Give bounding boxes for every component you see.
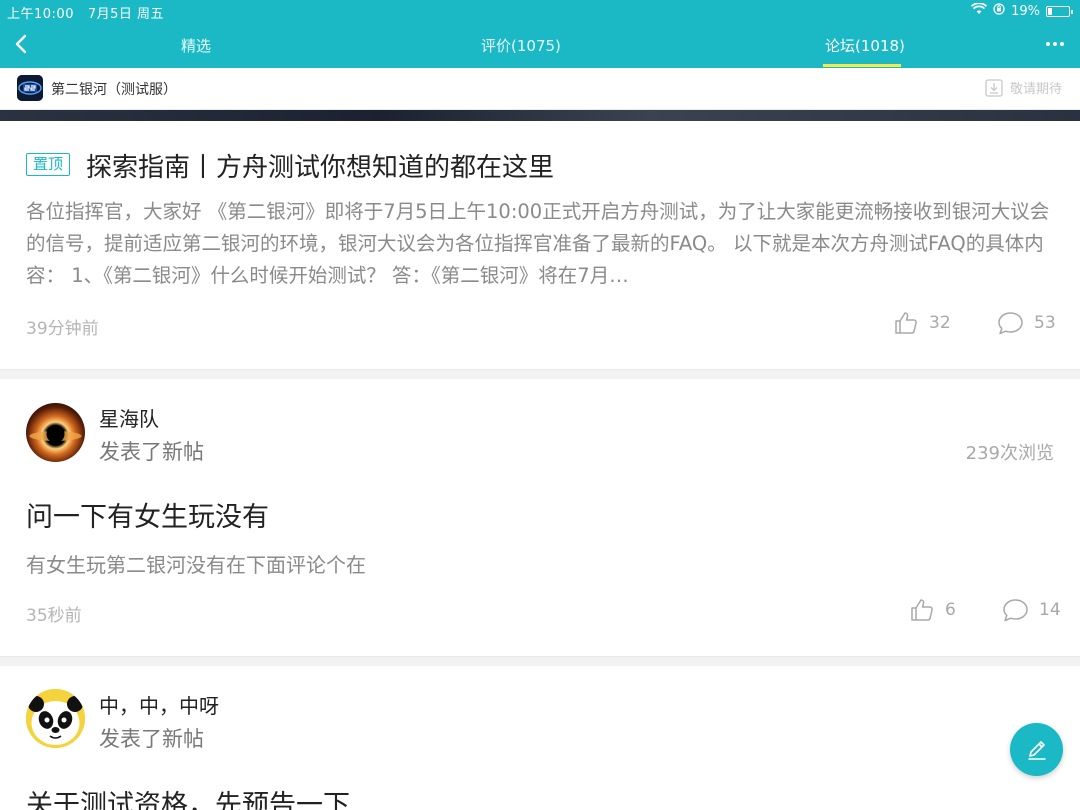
edit-pencil-icon (1027, 740, 1046, 760)
game-logo-icon (17, 75, 43, 101)
thumbs-up-icon (895, 312, 917, 334)
comment-count: 53 (1034, 313, 1056, 333)
post-time: 39分钟前 (26, 319, 99, 339)
tab-reviews[interactable]: 评价(1075) (481, 35, 561, 56)
status-indicators: 19% (971, 2, 1073, 19)
orientation-lock-icon (993, 3, 1005, 19)
post-summary: 各位指挥官，大家好 《第二银河》即将于7月5日上午10:00正式开启方舟测试，为… (26, 200, 1050, 287)
section-divider (0, 656, 1080, 666)
avatar[interactable] (26, 689, 85, 748)
banner-image (0, 110, 1080, 121)
more-dots-icon (1046, 42, 1064, 46)
battery-icon (1046, 5, 1073, 17)
like-count: 32 (929, 313, 951, 333)
post-action: 发表了新帖 (99, 727, 204, 751)
active-tab-indicator (823, 64, 901, 67)
like-button[interactable]: 32 (893, 310, 951, 336)
like-button[interactable]: 6 (909, 597, 956, 623)
battery-percent: 19% (1011, 3, 1040, 19)
pinned-post-card[interactable]: 置顶 探索指南丨方舟测试你想知道的都在这里 各位指挥官，大家好 《第二银河》即将… (0, 121, 1080, 369)
post-action: 发表了新帖 (99, 440, 204, 464)
post-summary: 有女生玩第二银河没有在下面评论个在 (26, 553, 366, 577)
view-count: 239次浏览 (965, 443, 1054, 464)
status-time: 上午10:00 (7, 7, 74, 22)
comment-bubble-icon (1003, 599, 1028, 622)
game-name: 第二银河（测试服） (51, 82, 177, 98)
avatar[interactable] (26, 403, 85, 462)
pinned-badge: 置顶 (26, 153, 71, 176)
comment-button[interactable]: 14 (1002, 597, 1061, 623)
comment-count: 14 (1039, 600, 1061, 620)
post-title[interactable]: 问一下有女生玩没有 (26, 495, 269, 534)
status-date: 7月5日 周五 (87, 7, 165, 22)
download-icon (985, 78, 1003, 97)
wifi-icon (971, 2, 988, 19)
author-name[interactable]: 星海队 (99, 403, 159, 432)
post-card[interactable]: 中，中，中呀 发表了新帖 关于测试资格，先预告一下 (0, 666, 1080, 810)
status-time-date: 上午10:00 7月5日 周五 (7, 3, 164, 22)
comment-bubble-icon (998, 312, 1023, 335)
game-header: 第二银河（测试服） 敬请期待 (0, 68, 1080, 110)
battery-level (1048, 7, 1052, 15)
like-count: 6 (945, 600, 956, 620)
post-card[interactable]: 星海队 发表了新帖 239次浏览 问一下有女生玩没有 有女生玩第二银河没有在下面… (0, 379, 1080, 656)
thumbs-up-icon (911, 599, 933, 621)
author-name[interactable]: 中，中，中呀 (99, 690, 219, 719)
new-post-button[interactable] (1010, 723, 1063, 776)
nav-bar: 精选 评价(1075) 论坛(1018) (0, 22, 1080, 68)
reserve-button[interactable]: 敬请期待 (985, 78, 1062, 97)
back-button[interactable] (8, 30, 36, 58)
tab-forum[interactable]: 论坛(1018) (825, 35, 905, 56)
tab-featured[interactable]: 精选 (181, 35, 211, 56)
more-button[interactable] (1044, 34, 1066, 54)
comment-button[interactable]: 53 (997, 310, 1056, 336)
post-time: 35秒前 (26, 606, 82, 626)
post-title[interactable]: 探索指南丨方舟测试你想知道的都在这里 (86, 147, 554, 184)
status-bar: 上午10:00 7月5日 周五 19% (0, 0, 1080, 22)
reserve-label: 敬请期待 (1009, 82, 1062, 97)
chevron-left-icon (15, 34, 27, 54)
section-divider (0, 369, 1080, 379)
post-title[interactable]: 关于测试资格，先预告一下 (26, 783, 350, 810)
